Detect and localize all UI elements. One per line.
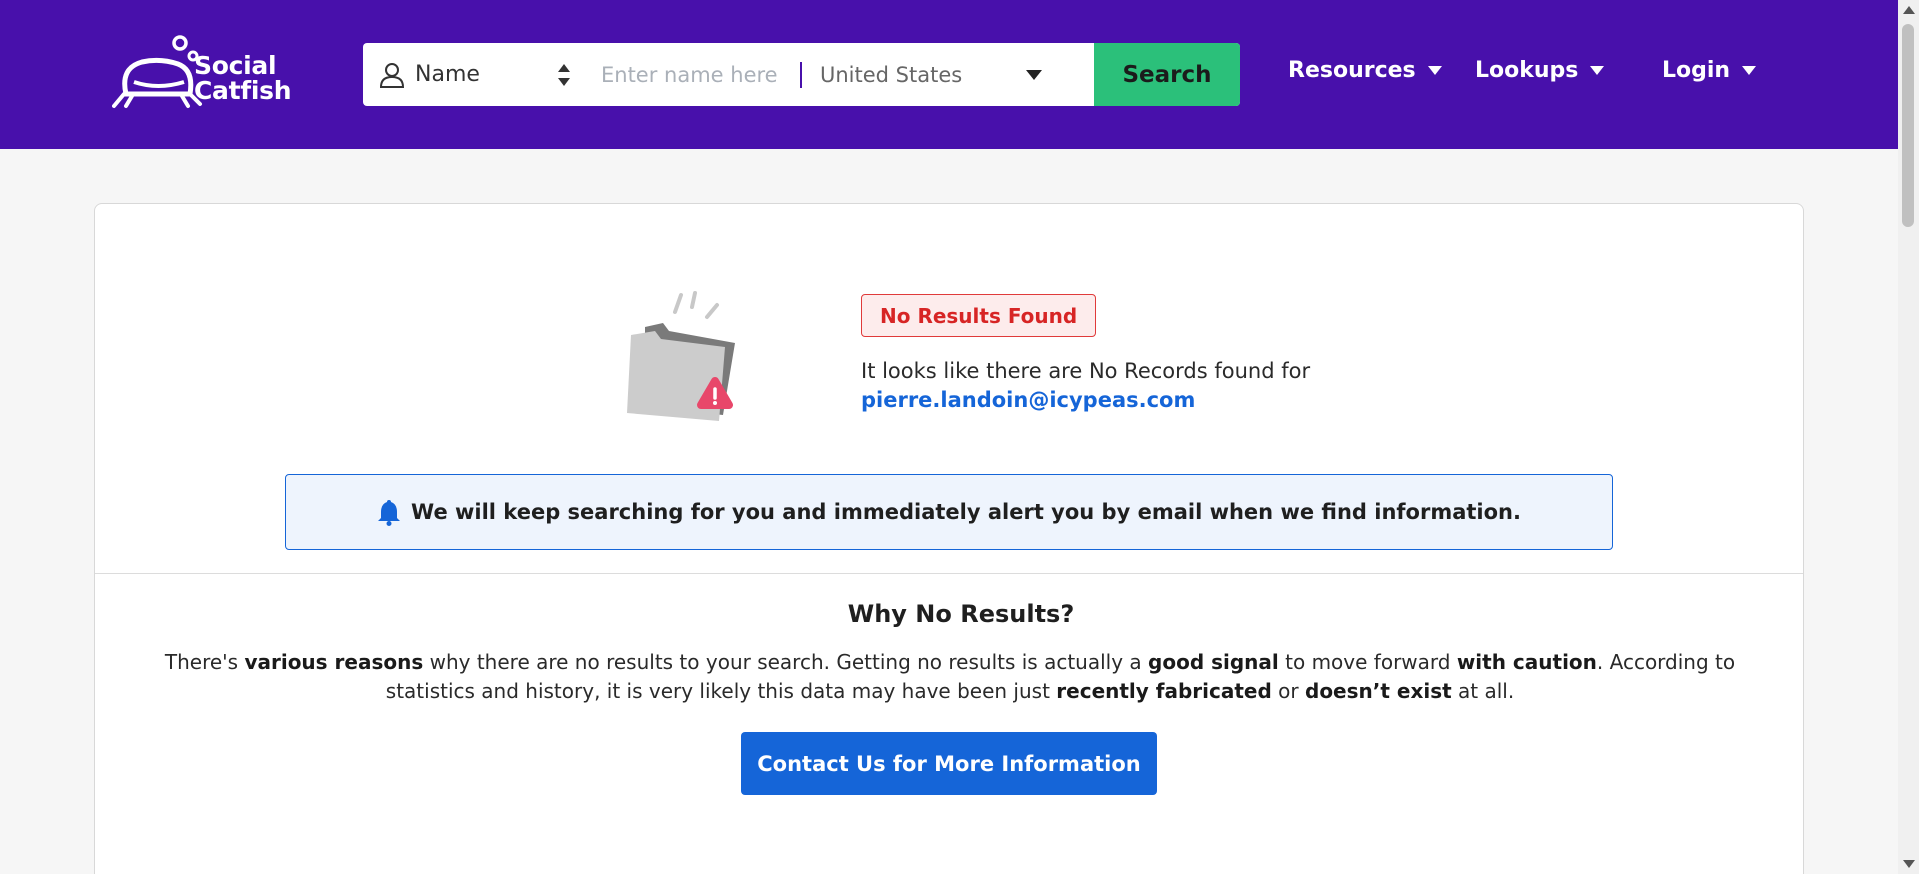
scroll-thumb[interactable]	[1902, 24, 1914, 227]
no-results-message-text: It looks like there are No Records found…	[861, 359, 1311, 383]
email-alert-notice: We will keep searching for you and immed…	[285, 474, 1613, 550]
nav-login[interactable]: Login	[1662, 58, 1757, 83]
searched-email: pierre.landoin@icypeas.com	[861, 388, 1196, 412]
country-select[interactable]: United States	[802, 43, 1058, 106]
nav-lookups[interactable]: Lookups	[1475, 58, 1605, 83]
no-results-badge: No Results Found	[861, 294, 1097, 337]
contact-us-button[interactable]: Contact Us for More Information	[741, 732, 1157, 795]
sort-arrows-icon	[558, 64, 570, 86]
country-select-value: United States	[820, 62, 963, 87]
site-header: Social Catfish Name United States Search…	[0, 0, 1898, 149]
person-icon	[379, 62, 405, 88]
why-no-results-title: Why No Results?	[847, 600, 1075, 628]
page-scrollbar[interactable]	[1898, 0, 1919, 874]
caret-down-icon	[1026, 70, 1042, 80]
bell-icon	[378, 500, 401, 526]
search-type-select[interactable]: Name	[363, 43, 585, 106]
search-bar: Name United States Search	[363, 43, 1240, 106]
search-button[interactable]: Search	[1094, 43, 1240, 106]
caret-down-icon	[1590, 66, 1605, 75]
caret-down-icon	[1427, 66, 1442, 75]
search-type-label: Name	[415, 62, 480, 87]
scroll-down-icon[interactable]	[1903, 860, 1915, 868]
empty-folder-warning-icon	[627, 291, 735, 421]
caret-down-icon	[1742, 66, 1757, 75]
nav-resources-label: Resources	[1288, 58, 1416, 83]
why-no-results-explanation: There's various reasons why there are no…	[164, 650, 1736, 703]
brand-name: Social Catfish	[194, 51, 292, 105]
scroll-up-icon[interactable]	[1903, 6, 1915, 14]
brand-logo[interactable]: Social Catfish	[112, 34, 302, 110]
results-card: No Results Found It looks like there are…	[94, 203, 1804, 874]
nav-resources[interactable]: Resources	[1288, 58, 1442, 83]
nav-lookups-label: Lookups	[1475, 58, 1579, 83]
name-search-input[interactable]	[585, 43, 800, 106]
section-divider	[95, 573, 1803, 574]
nav-login-label: Login	[1662, 58, 1731, 83]
alert-text: We will keep searching for you and immed…	[411, 500, 1521, 524]
no-results-message: It looks like there are No Records found…	[861, 357, 1310, 415]
